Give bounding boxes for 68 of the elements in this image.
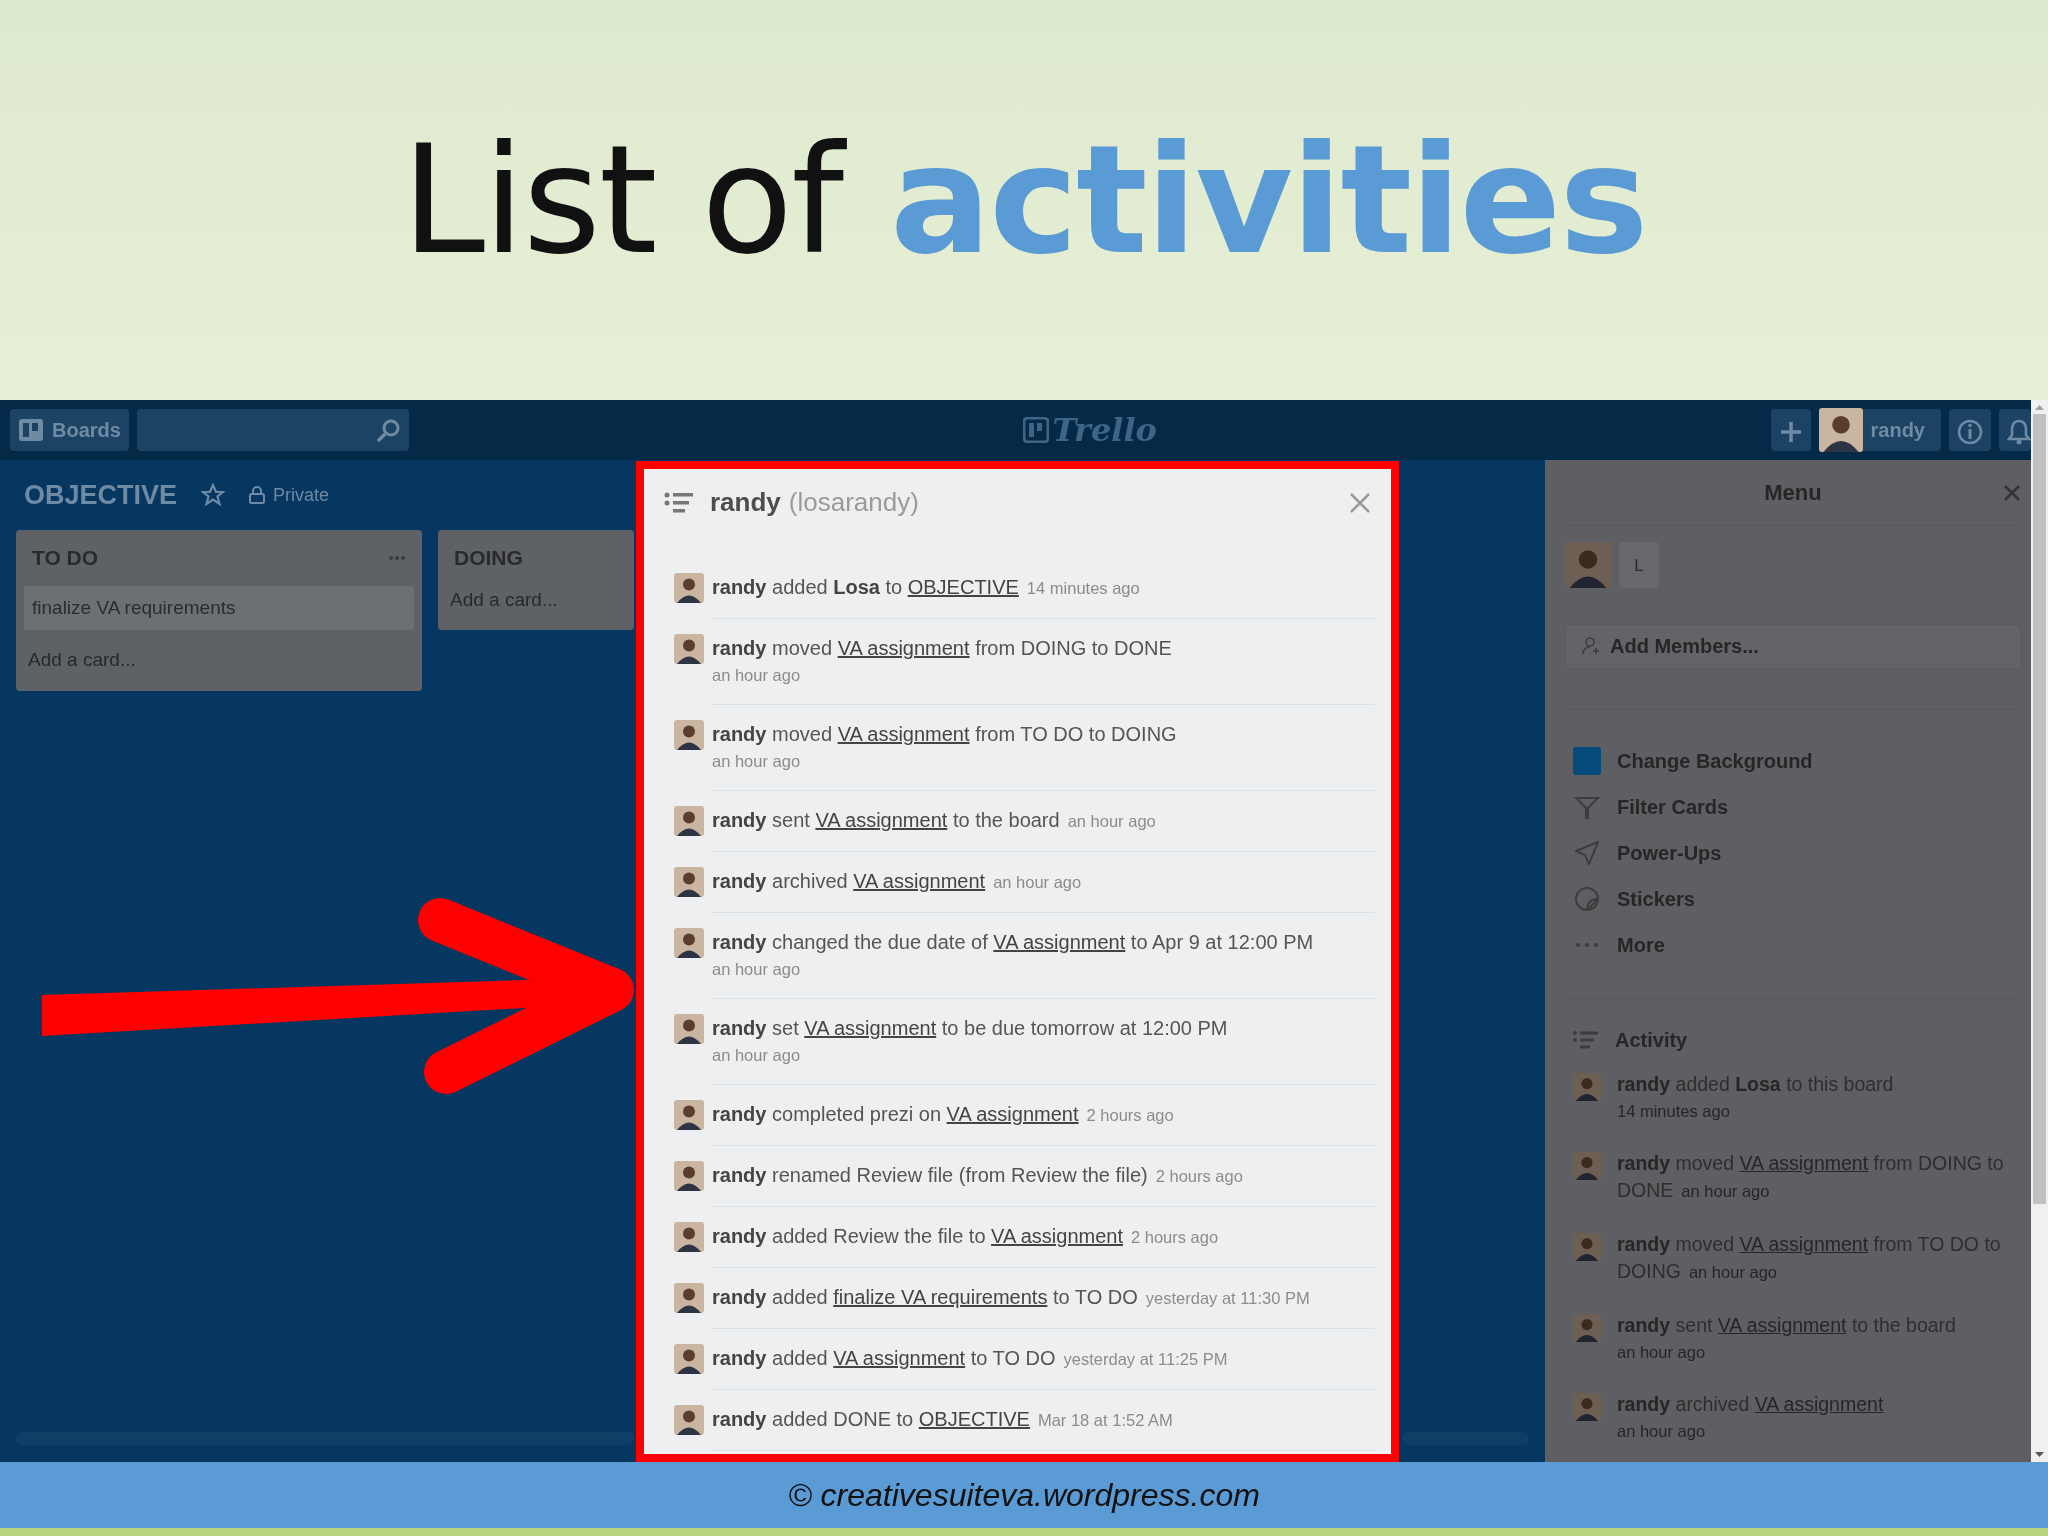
user-handle: (losarandy) [788, 486, 919, 519]
timestamp: Mar 18 at 1:52 AM [1037, 1411, 1173, 1429]
card-link[interactable]: VA assignment [833, 1347, 966, 1369]
menu-item[interactable]: Filter Cards [1565, 783, 2021, 830]
timestamp: an hour ago [712, 959, 802, 980]
timestamp: 2 hours ago [1086, 1106, 1174, 1124]
footer-credit: © creativesuiteva.wordpress.com [788, 1476, 1260, 1515]
menu-title: Menu [1764, 479, 1822, 508]
user-name: randy [710, 486, 781, 519]
card-link[interactable]: finalize VA requirements [833, 1286, 1048, 1308]
activity-text: randy moved VA assignment from TO DO to DOING [712, 723, 1177, 745]
list-title: TO DO [32, 545, 99, 571]
timestamp: an hour ago [712, 665, 802, 686]
menu-item[interactable]: Stickers [1565, 875, 2021, 922]
member-initials[interactable]: L [1619, 542, 1659, 589]
add-members-button[interactable]: Add Members... [1565, 624, 2021, 669]
timestamp: an hour ago [993, 873, 1082, 891]
card-link[interactable]: VA assignment [1754, 1393, 1884, 1415]
timestamp: an hour ago [712, 751, 802, 772]
user-button[interactable]: randy [1818, 409, 1941, 451]
menu-item[interactable]: Change Background [1565, 737, 2021, 784]
activity-text: randy completed prezi on VA assignment [712, 1103, 1079, 1125]
timestamp: 2 hours ago [1155, 1167, 1243, 1185]
activity-text: randy archived VA assignment [712, 870, 986, 892]
timestamp: yesterday at 11:30 PM [1145, 1289, 1310, 1307]
add-card-link[interactable]: Add a card... [24, 646, 414, 675]
card-link[interactable]: VA assignment [946, 1103, 1079, 1125]
card-link[interactable]: VA assignment [993, 931, 1126, 953]
activity-heading: Activity [1615, 1028, 1688, 1053]
activity-text: randy added DONE to OBJECTIVE [712, 1408, 1030, 1430]
card-link[interactable]: VA assignment [815, 809, 948, 831]
boards-button[interactable]: Boards [10, 409, 129, 451]
board-title[interactable]: OBJECTIVE [16, 474, 178, 516]
activity-text: randy added VA assignment to TO DO [712, 1347, 1056, 1369]
activity-text: randy moved VA assignment from DOING to DONE [712, 637, 1172, 659]
add-card-link[interactable]: Add a card... [446, 585, 626, 614]
visibility-label[interactable]: Private [273, 481, 330, 509]
card-link[interactable]: VA assignment [991, 1225, 1123, 1247]
menu-item[interactable]: More [1565, 921, 2021, 968]
timestamp: an hour ago [1617, 1342, 1707, 1363]
card-link[interactable]: VA assignment [804, 1017, 937, 1039]
card-link[interactable]: VA assignment [1739, 1152, 1869, 1174]
menu-item[interactable]: Power-Ups [1565, 829, 2021, 876]
activity-text: randy added finalize VA requirements to TO DO [712, 1286, 1138, 1308]
card[interactable]: finalize VA requirements [24, 585, 414, 630]
timestamp: 14 minutes ago [1026, 579, 1140, 597]
card-link[interactable]: VA assignment [853, 870, 986, 892]
card-link[interactable]: VA assignment [837, 723, 970, 745]
activity-text: randy added Review the file to VA assignment [712, 1225, 1123, 1247]
card-link[interactable]: OBJECTIVE [918, 1408, 1030, 1430]
timestamp: an hour ago [1067, 812, 1156, 830]
activity-text: randy added Losa to OBJECTIVE [712, 576, 1019, 598]
card-link[interactable]: VA assignment [837, 637, 970, 659]
activity-text: randy changed the due date of VA assignment to Apr 9 at 12:00 PM [712, 931, 1314, 953]
logo-text: Trello [1052, 410, 1157, 451]
timestamp: yesterday at 11:25 PM [1063, 1350, 1228, 1368]
card-link[interactable]: OBJECTIVE [907, 576, 1019, 598]
timestamp: an hour ago [1617, 1421, 1707, 1442]
timestamp: 14 minutes ago [1617, 1101, 1731, 1122]
list-title: DOING [454, 545, 523, 571]
activity-text: randy set VA assignment to be due tomorrow at 12:00 PM [712, 1017, 1228, 1039]
activity-text: randy renamed Review file (from Review the file) [712, 1164, 1148, 1186]
card-link[interactable]: VA assignment [1739, 1233, 1869, 1255]
card-link[interactable]: VA assignment [1717, 1314, 1847, 1336]
timestamp: 2 hours ago [1131, 1228, 1219, 1246]
slide-title: activities [889, 125, 1647, 275]
activity-text: randy sent VA assignment to the board [712, 809, 1060, 831]
timestamp: an hour ago [712, 1045, 802, 1066]
